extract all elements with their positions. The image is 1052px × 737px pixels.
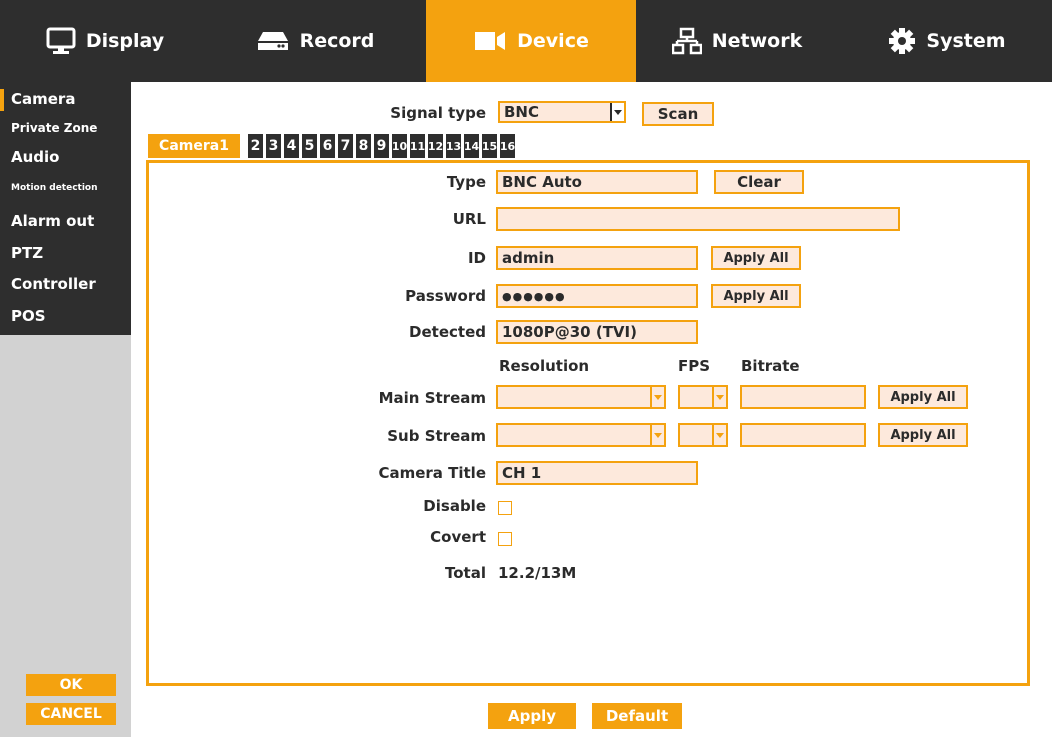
monitor-icon <box>46 27 76 55</box>
camera-tab-9[interactable]: 9 <box>374 134 389 158</box>
sidebar-item-private-zone[interactable]: Private Zone <box>11 121 97 135</box>
camera-tab-14[interactable]: 14 <box>464 134 479 158</box>
main-resolution-select[interactable] <box>496 385 666 409</box>
sidebar-item-camera[interactable]: Camera <box>11 90 75 108</box>
id-field[interactable]: admin <box>496 246 698 270</box>
tab-label: Display <box>85 30 165 52</box>
password-apply-all-button[interactable]: Apply All <box>711 284 801 308</box>
ok-button[interactable]: OK <box>26 674 116 696</box>
signal-type-select[interactable]: BNC <box>498 101 626 123</box>
bitrate-header: Bitrate <box>741 357 800 375</box>
camera-tab-10[interactable]: 10 <box>392 134 407 158</box>
sidebar-item-alarm-out[interactable]: Alarm out <box>11 212 94 230</box>
top-nav-bar: Display Record Device Network System <box>0 0 1052 82</box>
camera-icon <box>473 29 507 53</box>
camera-tab-8[interactable]: 8 <box>356 134 371 158</box>
url-field[interactable] <box>496 207 900 231</box>
url-label: URL <box>452 210 486 228</box>
password-label: Password <box>405 287 486 305</box>
signal-type-value: BNC <box>504 103 539 121</box>
chevron-down-icon <box>610 103 624 121</box>
sidebar-item-pos[interactable]: POS <box>11 307 46 325</box>
id-apply-all-button[interactable]: Apply All <box>711 246 801 270</box>
camera-tab-7[interactable]: 7 <box>338 134 353 158</box>
camera-tab-6[interactable]: 6 <box>320 134 335 158</box>
camera-tab-13[interactable]: 13 <box>446 134 461 158</box>
camera-tab-2[interactable]: 2 <box>248 134 263 158</box>
camera-tab-11[interactable]: 11 <box>410 134 425 158</box>
sub-bitrate-field[interactable] <box>740 423 866 447</box>
sub-stream-label: Sub Stream <box>387 427 486 445</box>
total-value: 12.2/13M <box>498 564 577 582</box>
camera-tab-16[interactable]: 16 <box>500 134 515 158</box>
chevron-down-icon <box>712 425 726 445</box>
disable-checkbox[interactable] <box>498 501 512 515</box>
chevron-down-icon <box>650 425 664 445</box>
sidebar-item-audio[interactable]: Audio <box>11 148 59 166</box>
camera-tab-5[interactable]: 5 <box>302 134 317 158</box>
tab-label: Device <box>517 30 589 52</box>
apply-button[interactable]: Apply <box>488 703 576 729</box>
network-icon <box>671 27 702 55</box>
disable-label: Disable <box>423 497 486 515</box>
tab-label: Record <box>299 30 375 52</box>
chevron-down-icon <box>650 387 664 407</box>
password-field[interactable]: ●●●●●● <box>496 284 698 308</box>
sidebar-item-ptz[interactable]: PTZ <box>11 244 43 262</box>
tab-display[interactable]: Display <box>0 0 210 82</box>
covert-label: Covert <box>430 528 486 546</box>
sub-fps-select[interactable] <box>678 423 728 447</box>
fps-header: FPS <box>678 357 711 375</box>
gear-icon <box>888 27 916 55</box>
covert-checkbox[interactable] <box>498 532 512 546</box>
camera-tab-3[interactable]: 3 <box>266 134 281 158</box>
sidebar-item-controller[interactable]: Controller <box>11 275 96 293</box>
id-label: ID <box>467 249 486 267</box>
sub-stream-apply-all-button[interactable]: Apply All <box>878 423 968 447</box>
camera-tab-4[interactable]: 4 <box>284 134 299 158</box>
detected-label: Detected <box>409 323 486 341</box>
sidebar-item-motion-detection[interactable]: Motion detection <box>11 183 98 193</box>
type-label: Type <box>446 173 486 191</box>
default-button[interactable]: Default <box>592 703 682 729</box>
camera-tab-camera1[interactable]: Camera1 <box>148 134 240 158</box>
tab-label: System <box>926 30 1006 52</box>
active-indicator <box>0 89 4 111</box>
main-stream-label: Main Stream <box>378 389 486 407</box>
tab-device[interactable]: Device <box>426 0 636 82</box>
tab-system[interactable]: System <box>842 0 1052 82</box>
type-field[interactable]: BNC Auto <box>496 170 698 194</box>
tab-network[interactable]: Network <box>632 0 842 82</box>
main-bitrate-field[interactable] <box>740 385 866 409</box>
hdd-icon <box>256 29 290 53</box>
sidebar: Camera Private Zone Audio Motion detecti… <box>0 82 131 737</box>
main-fps-select[interactable] <box>678 385 728 409</box>
sub-resolution-select[interactable] <box>496 423 666 447</box>
scan-button[interactable]: Scan <box>642 102 714 126</box>
total-label: Total <box>445 564 486 582</box>
resolution-header: Resolution <box>499 357 590 375</box>
camera-tab-15[interactable]: 15 <box>482 134 497 158</box>
camera-tab-12[interactable]: 12 <box>428 134 443 158</box>
detected-value: 1080P@30 (TVI) <box>496 320 698 344</box>
camera-title-field[interactable]: CH 1 <box>496 461 698 485</box>
tab-record[interactable]: Record <box>210 0 420 82</box>
signal-type-label: Signal type <box>390 104 486 122</box>
camera-title-label: Camera Title <box>378 464 486 482</box>
chevron-down-icon <box>712 387 726 407</box>
main-stream-apply-all-button[interactable]: Apply All <box>878 385 968 409</box>
cancel-button[interactable]: CANCEL <box>26 703 116 725</box>
sidebar-menu: Camera Private Zone Audio Motion detecti… <box>0 82 131 335</box>
tab-label: Network <box>711 30 803 52</box>
clear-button[interactable]: Clear <box>714 170 804 194</box>
